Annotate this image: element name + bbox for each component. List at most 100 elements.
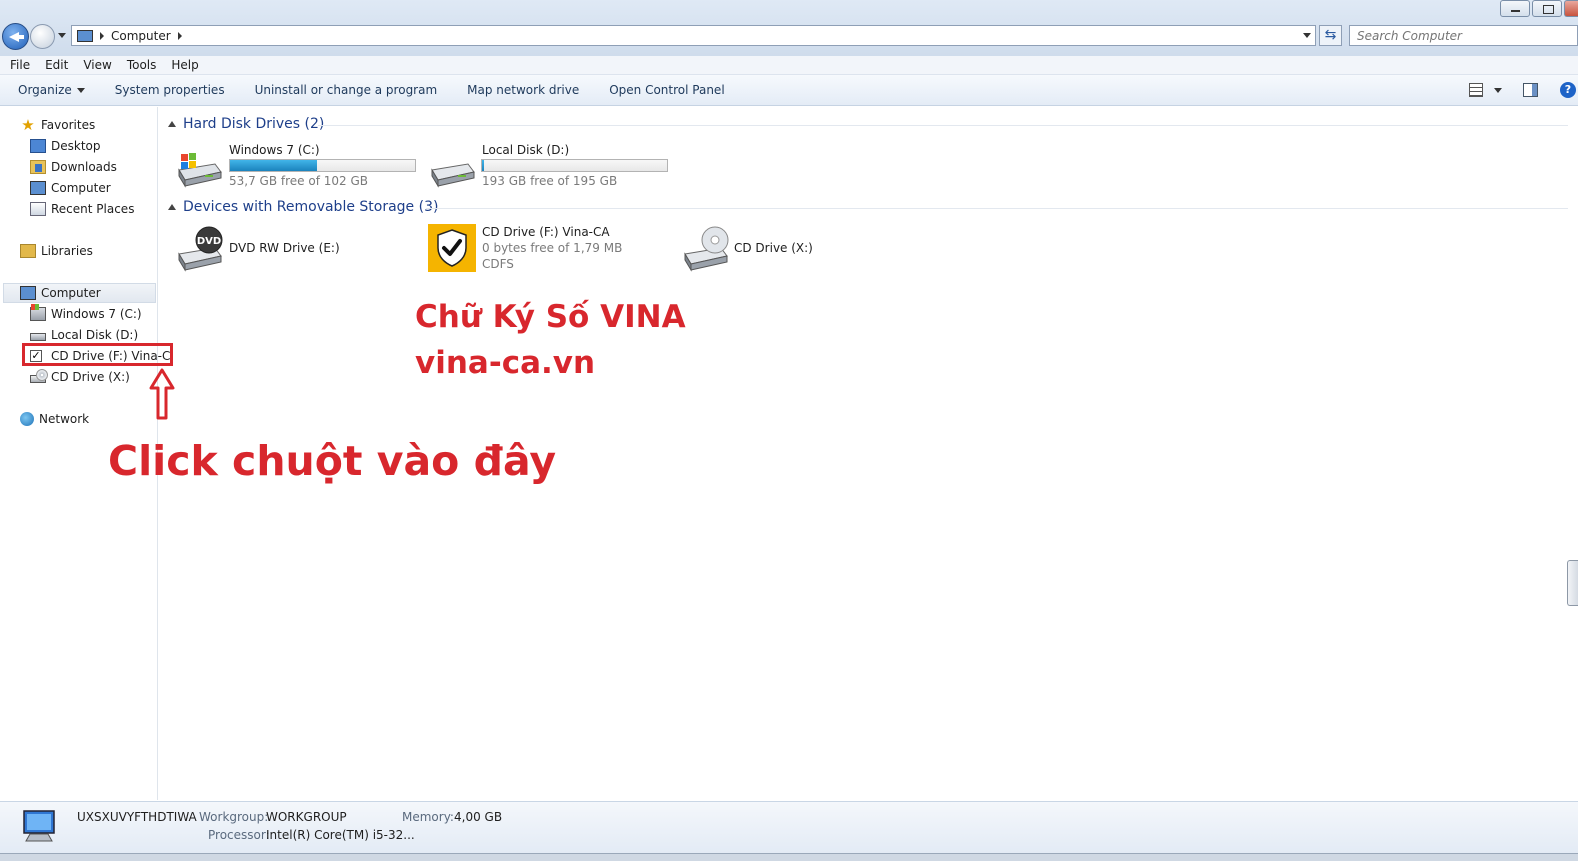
collapse-icon[interactable] <box>168 204 176 210</box>
nav-label: Desktop <box>51 139 101 153</box>
drive-x-name[interactable]: CD Drive (X:) <box>734 241 813 255</box>
star-icon: ★ <box>21 116 35 134</box>
help-icon[interactable]: ? <box>1560 82 1576 98</box>
menu-help[interactable]: Help <box>171 58 198 72</box>
nav-label: Downloads <box>51 160 117 174</box>
drive-f-free: 0 bytes free of 1,79 MB <box>482 241 623 255</box>
nav-network[interactable]: Network <box>20 409 89 429</box>
workgroup-label: Workgroup: <box>199 810 269 824</box>
drive-c-usage-bar <box>229 159 416 172</box>
downloads-folder-icon <box>30 160 46 174</box>
preview-pane-icon[interactable] <box>1523 83 1538 97</box>
command-bar: Organize System properties Uninstall or … <box>0 75 1578 106</box>
hard-disk-icon <box>30 333 46 341</box>
resize-handle[interactable] <box>1567 560 1578 606</box>
nav-recent-places[interactable]: Recent Places <box>30 199 134 219</box>
drive-c-usage-fill <box>230 160 317 171</box>
menu-file[interactable]: File <box>10 58 30 72</box>
group-header-hard-disk-drives[interactable]: Hard Disk Drives (2) <box>168 116 324 132</box>
processor-value: Intel(R) Core(TM) i5-32... <box>266 828 415 842</box>
chevron-right-icon[interactable] <box>177 31 182 40</box>
nav-label: Computer <box>41 286 101 300</box>
group-title: Devices with Removable Storage (3) <box>183 199 439 215</box>
minimize-button[interactable] <box>1500 0 1530 17</box>
cd-drive-icon <box>684 226 729 272</box>
desktop-icon <box>30 139 46 153</box>
drive-d-name[interactable]: Local Disk (D:) <box>482 143 569 157</box>
recent-places-icon <box>30 202 46 216</box>
nav-desktop[interactable]: Desktop <box>30 136 101 156</box>
search-box[interactable] <box>1349 25 1578 46</box>
drive-d-usage-fill <box>482 160 484 171</box>
group-divider <box>318 125 1568 126</box>
map-network-drive-button[interactable]: Map network drive <box>467 83 579 97</box>
system-properties-button[interactable]: System properties <box>115 83 225 97</box>
svg-text:DVD: DVD <box>197 236 221 247</box>
drive-e-name[interactable]: DVD RW Drive (E:) <box>229 241 340 255</box>
group-header-removable-storage[interactable]: Devices with Removable Storage (3) <box>168 199 438 215</box>
libraries-icon <box>20 244 36 258</box>
back-button[interactable] <box>2 23 29 50</box>
window-controls <box>1498 0 1578 18</box>
nav-drive-d[interactable]: Local Disk (D:) <box>30 325 138 345</box>
brand-annotation: Chữ Ký Số VINA <box>415 299 686 335</box>
group-title: Hard Disk Drives (2) <box>183 116 325 132</box>
nav-label: Network <box>39 412 90 426</box>
computer-icon <box>23 810 55 842</box>
close-button[interactable] <box>1564 0 1578 17</box>
highlight-box <box>22 343 173 366</box>
address-bar[interactable]: Computer <box>71 25 1316 46</box>
nav-computer[interactable]: Computer <box>20 283 101 303</box>
change-view-icon[interactable] <box>1469 83 1483 97</box>
nav-downloads[interactable]: Downloads <box>30 157 117 177</box>
recent-pages-dropdown[interactable] <box>58 33 66 38</box>
nav-drive-c[interactable]: Windows 7 (C:) <box>30 304 142 324</box>
site-annotation: vina-ca.vn <box>415 345 596 381</box>
address-dropdown-icon[interactable] <box>1303 33 1311 38</box>
workgroup-value: WORKGROUP <box>266 810 347 824</box>
menu-edit[interactable]: Edit <box>45 58 68 72</box>
computer-icon <box>30 181 46 195</box>
nav-label: Windows 7 (C:) <box>51 307 142 321</box>
search-input[interactable] <box>1350 26 1577 45</box>
memory-label: Memory: <box>402 810 454 824</box>
forward-button[interactable] <box>30 24 55 49</box>
refresh-button[interactable]: ⇆ <box>1319 25 1342 46</box>
nav-label: Local Disk (D:) <box>51 328 139 342</box>
menu-bar: File Edit View Tools Help <box>0 56 1578 75</box>
chevron-down-icon[interactable] <box>1494 88 1502 93</box>
dvd-drive-icon: DVD <box>178 226 223 272</box>
computer-name: UXSXUVYFTHDTIWA <box>77 810 197 824</box>
open-control-panel-button[interactable]: Open Control Panel <box>609 83 724 97</box>
nav-drive-x[interactable]: CD Drive (X:) <box>30 367 130 387</box>
menu-tools[interactable]: Tools <box>127 58 157 72</box>
nav-label: Computer <box>51 181 111 195</box>
chevron-right-icon[interactable] <box>100 31 104 40</box>
arrow-up-icon <box>149 368 175 420</box>
drive-c-name[interactable]: Windows 7 (C:) <box>229 143 320 157</box>
uninstall-program-button[interactable]: Uninstall or change a program <box>255 83 438 97</box>
organize-button[interactable]: Organize <box>18 83 85 97</box>
collapse-icon[interactable] <box>168 121 176 127</box>
drive-f-name[interactable]: CD Drive (F:) Vina-CA <box>482 225 610 239</box>
breadcrumb-computer[interactable]: Computer <box>111 29 171 43</box>
maximize-button[interactable] <box>1532 0 1562 17</box>
nav-computer-favorite[interactable]: Computer <box>30 178 111 198</box>
nav-libraries[interactable]: Libraries <box>20 241 93 261</box>
memory-value: 4,00 GB <box>454 810 503 824</box>
hard-disk-icon <box>431 163 475 188</box>
menu-view[interactable]: View <box>83 58 111 72</box>
organize-label: Organize <box>18 83 72 97</box>
drive-f-filesystem: CDFS <box>482 257 514 271</box>
details-pane: UXSXUVYFTHDTIWA Workgroup: WORKGROUP Mem… <box>0 801 1578 853</box>
checkmark-shield-icon <box>428 224 476 272</box>
nav-label: Favorites <box>41 118 96 132</box>
drive-d-free: 193 GB free of 195 GB <box>482 174 618 188</box>
taskbar-edge <box>0 853 1578 861</box>
nav-label: Recent Places <box>51 202 135 216</box>
network-icon <box>20 412 34 426</box>
computer-icon <box>77 29 93 42</box>
nav-favorites[interactable]: ★ Favorites <box>20 115 95 135</box>
cd-drive-icon <box>30 369 48 383</box>
chevron-down-icon <box>76 88 85 93</box>
